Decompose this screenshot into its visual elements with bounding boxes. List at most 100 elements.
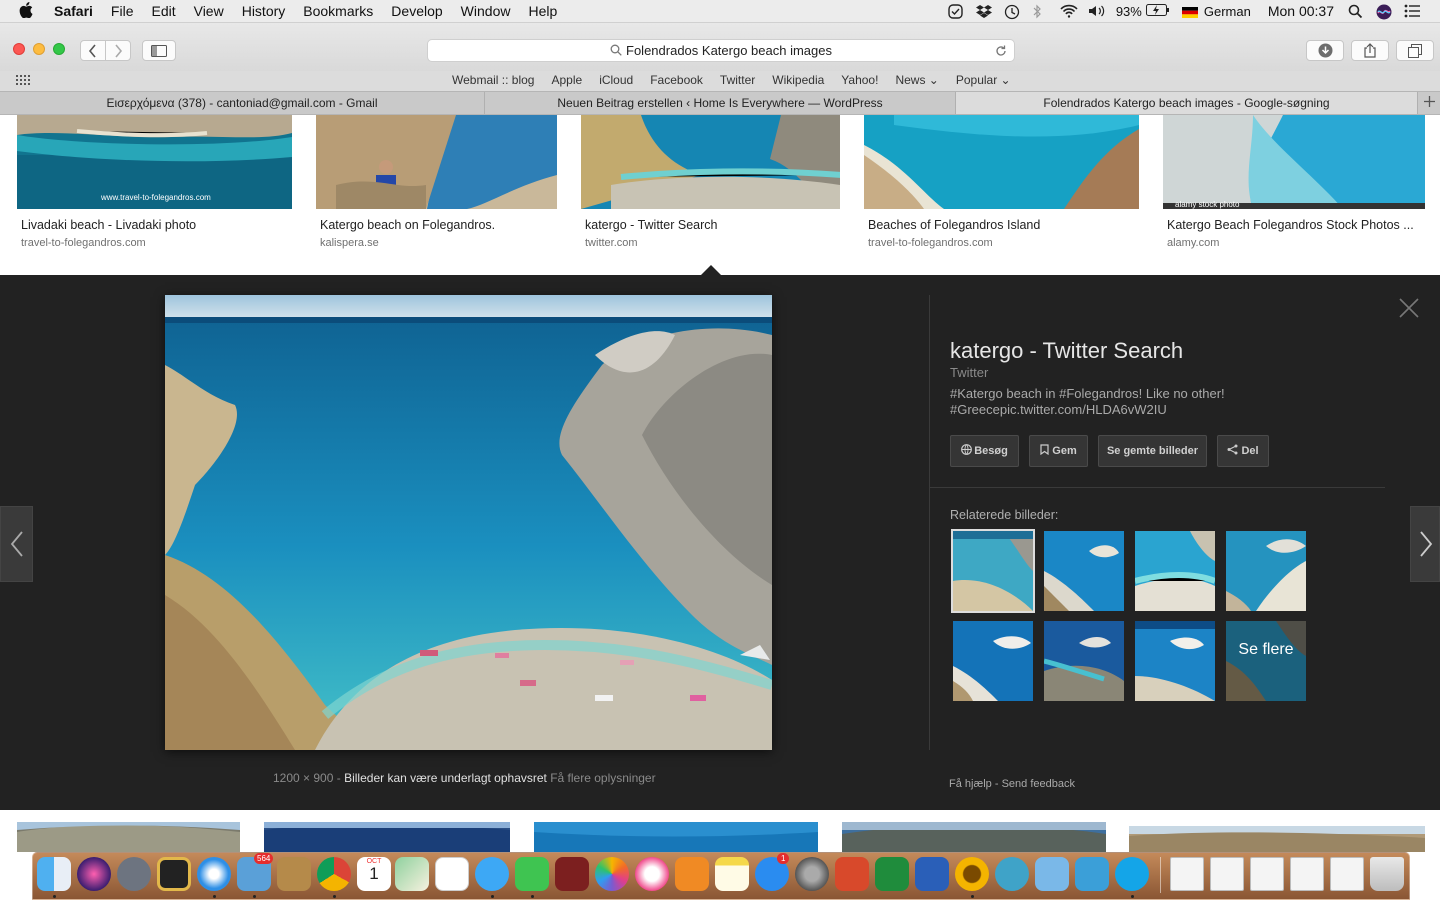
bluetooth-icon[interactable] (1032, 4, 1048, 19)
result-image-row2-2[interactable] (264, 822, 510, 852)
result-title-5[interactable]: Katergo Beach Folegandros Stock Photos .… (1167, 218, 1419, 232)
family-icon[interactable] (1075, 857, 1109, 891)
result-image-3[interactable] (581, 115, 840, 209)
menu-develop[interactable]: Develop (391, 3, 442, 19)
german-flag-icon[interactable] (1181, 6, 1198, 18)
notification-center-icon[interactable] (1404, 4, 1420, 18)
share-button[interactable] (1351, 40, 1389, 61)
apple-menu-icon[interactable] (19, 2, 33, 22)
excel-icon[interactable] (875, 857, 909, 891)
preview-image[interactable] (165, 295, 772, 750)
help-link[interactable]: Få hjælp (949, 778, 992, 790)
powerpoint-icon[interactable] (835, 857, 869, 891)
word-icon[interactable] (915, 857, 949, 891)
sidebar-toggle-button[interactable] (142, 40, 176, 61)
dropbox-icon[interactable] (975, 4, 992, 18)
menu-edit[interactable]: Edit (151, 3, 175, 19)
favorite-webmail[interactable]: Webmail :: blog (452, 73, 534, 87)
siri-icon[interactable] (1376, 4, 1392, 20)
tab-wordpress[interactable]: Neuen Beitrag erstellen ‹ Home Is Everyw… (485, 92, 956, 114)
result-title-3[interactable]: katergo - Twitter Search (585, 218, 835, 232)
photo-booth-icon[interactable] (157, 857, 191, 891)
new-tab-button[interactable] (1418, 92, 1440, 114)
reminders-icon[interactable] (435, 857, 469, 891)
favorite-facebook[interactable]: Facebook (650, 73, 703, 87)
menu-bookmarks[interactable]: Bookmarks (303, 3, 373, 19)
viewer-site[interactable]: Twitter (950, 365, 988, 380)
recent-document-1[interactable] (1170, 857, 1204, 891)
spotlight-search-icon[interactable] (1348, 4, 1364, 19)
more-info-link[interactable]: Få flere oplysninger (550, 771, 655, 785)
grid-icon[interactable] (16, 75, 32, 87)
related-image-7[interactable] (1135, 621, 1215, 701)
messages-icon[interactable] (475, 857, 509, 891)
downloads-button[interactable] (1306, 40, 1344, 61)
safari-dock-icon[interactable] (197, 857, 231, 891)
related-image-6[interactable] (1044, 621, 1124, 701)
zoom-window-button[interactable] (53, 43, 65, 55)
menu-history[interactable]: History (242, 3, 286, 19)
photo-app-icon[interactable] (555, 857, 589, 891)
trash-icon[interactable] (1370, 857, 1404, 891)
recent-document-5[interactable] (1330, 857, 1364, 891)
forward-button[interactable] (105, 40, 131, 61)
menu-safari[interactable]: Safari (54, 3, 93, 19)
view-saved-button[interactable]: Se gemte billeder (1098, 435, 1207, 467)
ibooks-icon[interactable] (675, 857, 709, 891)
facetime-icon[interactable] (515, 857, 549, 891)
notefile-icon[interactable] (277, 857, 311, 891)
share-image-button[interactable]: Del (1217, 435, 1269, 467)
battery-icon[interactable] (1145, 4, 1170, 18)
input-language[interactable]: German (1204, 4, 1251, 19)
mail-icon[interactable]: 564 (237, 853, 274, 891)
favorite-yahoo[interactable]: Yahoo! (841, 73, 878, 87)
favorite-popular-folder[interactable]: Popular ⌄ (956, 73, 1011, 87)
favorite-icloud[interactable]: iCloud (599, 73, 633, 87)
checkbox-status-icon[interactable] (948, 4, 964, 19)
volume-icon[interactable] (1088, 4, 1105, 18)
calendar-icon[interactable]: OCT 1 (357, 857, 391, 891)
see-more-related-button[interactable]: Se flere (1226, 621, 1306, 701)
maps-icon[interactable] (395, 857, 429, 891)
recent-document-3[interactable] (1250, 857, 1284, 891)
result-image-5[interactable]: alamy stock photo (1163, 115, 1425, 209)
result-image-row2-5[interactable] (1129, 826, 1425, 852)
previous-image-button[interactable] (0, 506, 33, 582)
result-image-2[interactable] (316, 115, 557, 209)
favorite-twitter[interactable]: Twitter (720, 73, 755, 87)
result-image-4[interactable] (864, 115, 1139, 209)
address-bar[interactable]: Folendrados Katergo beach images (427, 39, 1015, 62)
send-feedback-link[interactable]: Send feedback (1002, 778, 1075, 790)
reload-icon[interactable] (995, 45, 1007, 57)
menu-view[interactable]: View (194, 3, 224, 19)
result-image-row2-3[interactable] (534, 822, 818, 852)
visit-button[interactable]: Besøg (950, 435, 1019, 467)
favorite-news-folder[interactable]: News ⌄ (895, 73, 938, 87)
finder-icon[interactable] (37, 857, 71, 891)
menu-file[interactable]: File (111, 3, 134, 19)
wifi-icon[interactable] (1060, 4, 1078, 18)
preview-icon[interactable] (1035, 857, 1069, 891)
result-title-1[interactable]: Livadaki beach - Livadaki photo (21, 218, 291, 232)
save-button[interactable]: Gem (1029, 435, 1088, 467)
related-image-3[interactable] (1135, 531, 1215, 611)
app-store-icon[interactable]: 1 (755, 853, 790, 891)
related-image-5[interactable] (953, 621, 1033, 701)
tab-gmail[interactable]: Εισερχόμενα (378) - cantoniad@gmail.com … (0, 92, 485, 114)
result-title-2[interactable]: Katergo beach on Folegandros. (320, 218, 555, 232)
notes-icon[interactable] (715, 857, 749, 891)
close-viewer-button[interactable] (1398, 297, 1420, 319)
result-image-row2-4[interactable] (842, 822, 1106, 852)
recent-document-4[interactable] (1290, 857, 1324, 891)
next-image-button[interactable] (1410, 506, 1440, 582)
menu-help[interactable]: Help (528, 3, 557, 19)
clock[interactable]: Mon 00:37 (1268, 3, 1334, 19)
system-preferences-icon[interactable] (795, 857, 829, 891)
time-machine-icon[interactable] (1004, 4, 1020, 20)
minimize-window-button[interactable] (33, 43, 45, 55)
recent-document-2[interactable] (1210, 857, 1244, 891)
launchpad-icon[interactable] (117, 857, 151, 891)
siri-dock-icon[interactable] (77, 857, 111, 891)
opera-icon[interactable] (955, 857, 989, 891)
favorite-apple[interactable]: Apple (551, 73, 582, 87)
